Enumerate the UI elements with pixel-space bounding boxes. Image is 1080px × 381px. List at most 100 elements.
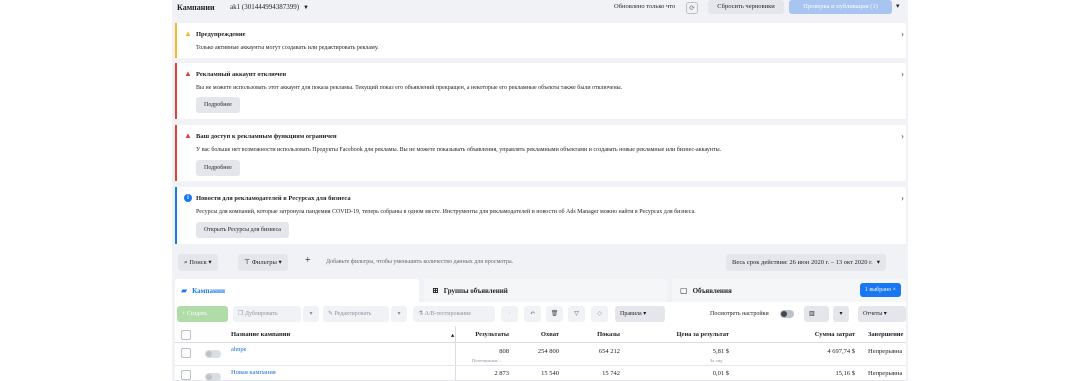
amount-spent-value: 15,16 $ [835, 370, 856, 377]
sort-icon[interactable]: ▴ [451, 331, 454, 339]
table-row[interactable]: ahnpe 808 Потенциальн... 254 800 654 212… [175, 343, 906, 366]
more-icon[interactable]: · [501, 306, 518, 322]
row-checkbox[interactable] [181, 370, 191, 380]
header-reach[interactable]: Охват [515, 331, 559, 338]
notice-stripe [175, 23, 177, 58]
warning-icon: ▲ [184, 29, 192, 38]
campaign-toggle[interactable] [205, 350, 221, 358]
selected-count: 1 выбрано [864, 287, 892, 293]
tab-label: Кампании [192, 287, 226, 295]
chevron-right-icon[interactable]: › [901, 29, 904, 39]
reports-button[interactable]: Отчеты ▾ [858, 306, 906, 322]
top-bar: Кампании ak1 (301444994387399) ▼ Обновлен… [172, 0, 908, 16]
ab-test-button[interactable]: ⚗ A/B-тестирование [413, 306, 495, 322]
duplicate-label: Дублировать [244, 311, 278, 317]
create-button[interactable]: + Создать [177, 306, 228, 322]
reset-drafts-button[interactable]: Сбросить черновики [708, 0, 784, 14]
date-range-label: Весь срок действия: 26 июн 2020 г. – 13 … [732, 259, 873, 266]
filter-bar: ⌕ Поиск ▾ ⊤ Фильтры ▾ + Добавьте фильтры… [175, 252, 906, 273]
date-range-picker[interactable]: Весь срок действия: 26 июн 2020 г. – 13 … [726, 254, 886, 271]
error-icon: ▲ [184, 131, 192, 140]
account-selector[interactable]: ak1 (301444994387399) ▼ [230, 3, 309, 11]
cost-per-result-value: 5,81 $ [712, 348, 729, 355]
columns-menu-caret[interactable]: ▾ [833, 306, 849, 322]
header-ends[interactable]: Завершение [868, 331, 903, 338]
folder-icon: ▰ [181, 286, 188, 295]
info-icon: i [184, 194, 192, 202]
chevron-right-icon[interactable]: › [901, 69, 904, 79]
notice-stripe [175, 63, 177, 119]
filter-hint: Добавьте фильтры, чтобы уменьшить количе… [326, 259, 514, 265]
undo-icon[interactable]: ↶ [524, 306, 541, 322]
rules-button[interactable]: Правила ▾ [615, 306, 665, 322]
header-results[interactable]: Результаты [465, 331, 509, 338]
ad-icon: ▢ [680, 286, 688, 295]
notice-account-disabled: ▲ Рекламный аккаунт отключен Вы не может… [175, 63, 906, 119]
impressions-value: 654 212 [598, 348, 620, 355]
tag-icon[interactable]: ◇ [591, 306, 608, 322]
caret-down-icon: ▼ [303, 5, 309, 11]
edit-label: Редактировать [334, 311, 372, 317]
notice-access-restricted: ▲ Ваш доступ к рекламным функциям ограни… [175, 125, 906, 181]
notice-title: Новости для рекламодателей в Ресурсах дл… [196, 195, 351, 202]
search-button[interactable]: ⌕ Поиск ▾ [178, 254, 218, 271]
tab-label: Объявления [692, 287, 732, 295]
view-settings-toggle[interactable] [780, 310, 794, 318]
notice-text: Вы не можете использовать этот аккаунт д… [196, 85, 623, 91]
duplicate-menu-caret[interactable]: ▾ [303, 306, 319, 322]
chevron-right-icon[interactable]: › [901, 131, 904, 141]
header-name[interactable]: Название кампании [231, 331, 290, 338]
learn-more-button[interactable]: Подробнее [196, 97, 240, 113]
review-publish-button[interactable]: Проверка и публикация (1) [789, 0, 892, 14]
row-checkbox[interactable] [181, 348, 191, 358]
notice-title: Ваш доступ к рекламным функциям ограниче… [196, 133, 337, 140]
ends-value: Непрерывна [868, 348, 903, 355]
notice-text: У вас больше нет возможности использоват… [196, 147, 722, 153]
close-icon[interactable]: × [893, 287, 896, 293]
notice-warning: ▲ Предупреждение Только активные аккаунт… [175, 23, 906, 58]
header-amount-spent[interactable]: Сумма затрат [775, 331, 855, 338]
trash-icon[interactable]: 🗑 [546, 306, 563, 322]
notice-stripe [175, 187, 177, 244]
tab-ads[interactable]: ▢ Объявления 1 выбрано × [672, 279, 906, 302]
account-name: ak1 (301444994387399) [230, 3, 300, 11]
selected-badge[interactable]: 1 выбрано × [859, 283, 901, 297]
tab-adsets[interactable]: ⊞ Группы объявлений [424, 279, 667, 302]
error-icon: ▲ [184, 69, 192, 78]
edit-button[interactable]: ✎ Редактировать [323, 306, 389, 322]
notice-business-resources: i Новости для рекламодателей в Ресурсах … [175, 187, 906, 244]
campaign-toggle[interactable] [205, 373, 221, 381]
filters-button[interactable]: ⊤ Фильтры ▾ [238, 254, 288, 271]
open-business-resources-button[interactable]: Открыть Ресурсы для бизнеса [196, 222, 289, 238]
edit-menu-caret[interactable]: ▾ [391, 306, 407, 322]
duplicate-button[interactable]: ❐ Дублировать [233, 306, 301, 322]
notice-text: Только активные аккаунты могут создавать… [196, 45, 379, 51]
cost-per-result-value: 0,01 $ [712, 370, 729, 377]
columns-icon[interactable]: ▥ [804, 306, 829, 322]
header-impressions[interactable]: Показы [570, 331, 620, 338]
level-tabs: ▰ Кампании ⊞ Группы объявлений ▢ Объявления… [175, 279, 906, 302]
notice-title: Рекламный аккаунт отключен [196, 71, 287, 78]
chevron-down-icon[interactable]: ▾ [896, 2, 900, 10]
grid-icon: ⊞ [432, 286, 439, 295]
filters-label: Фильтры [251, 259, 277, 266]
tab-campaigns[interactable]: ▰ Кампании [175, 279, 419, 302]
header-cost-per-result[interactable]: Цена за результат [645, 331, 730, 338]
chevron-right-icon[interactable]: › [901, 193, 904, 203]
reports-label: Отчеты [863, 311, 883, 317]
add-filter-icon[interactable]: + [305, 255, 311, 266]
ends-value: Непрерывна [868, 370, 903, 377]
cost-subtitle: За лид [710, 358, 723, 363]
refresh-icon[interactable]: ⟳ [686, 2, 698, 14]
table-row[interactable]: Новая кампания 2 873 15 540 15 742 0,01 … [175, 366, 906, 381]
learn-more-button[interactable]: Подробнее [196, 160, 240, 176]
amount-spent-value: 4 697,74 $ [827, 348, 855, 355]
comment-icon[interactable]: ▽ [568, 306, 585, 322]
select-all-checkbox[interactable] [181, 330, 191, 340]
rules-label: Правила [620, 311, 642, 317]
campaign-name-link[interactable]: Новая кампания [231, 369, 276, 376]
results-value: 2 873 [494, 370, 509, 377]
campaign-name-link[interactable]: ahnpe [231, 346, 247, 353]
notice-text: Ресурсы для компаний, которые затронула … [196, 209, 696, 215]
notice-stripe [175, 125, 177, 181]
